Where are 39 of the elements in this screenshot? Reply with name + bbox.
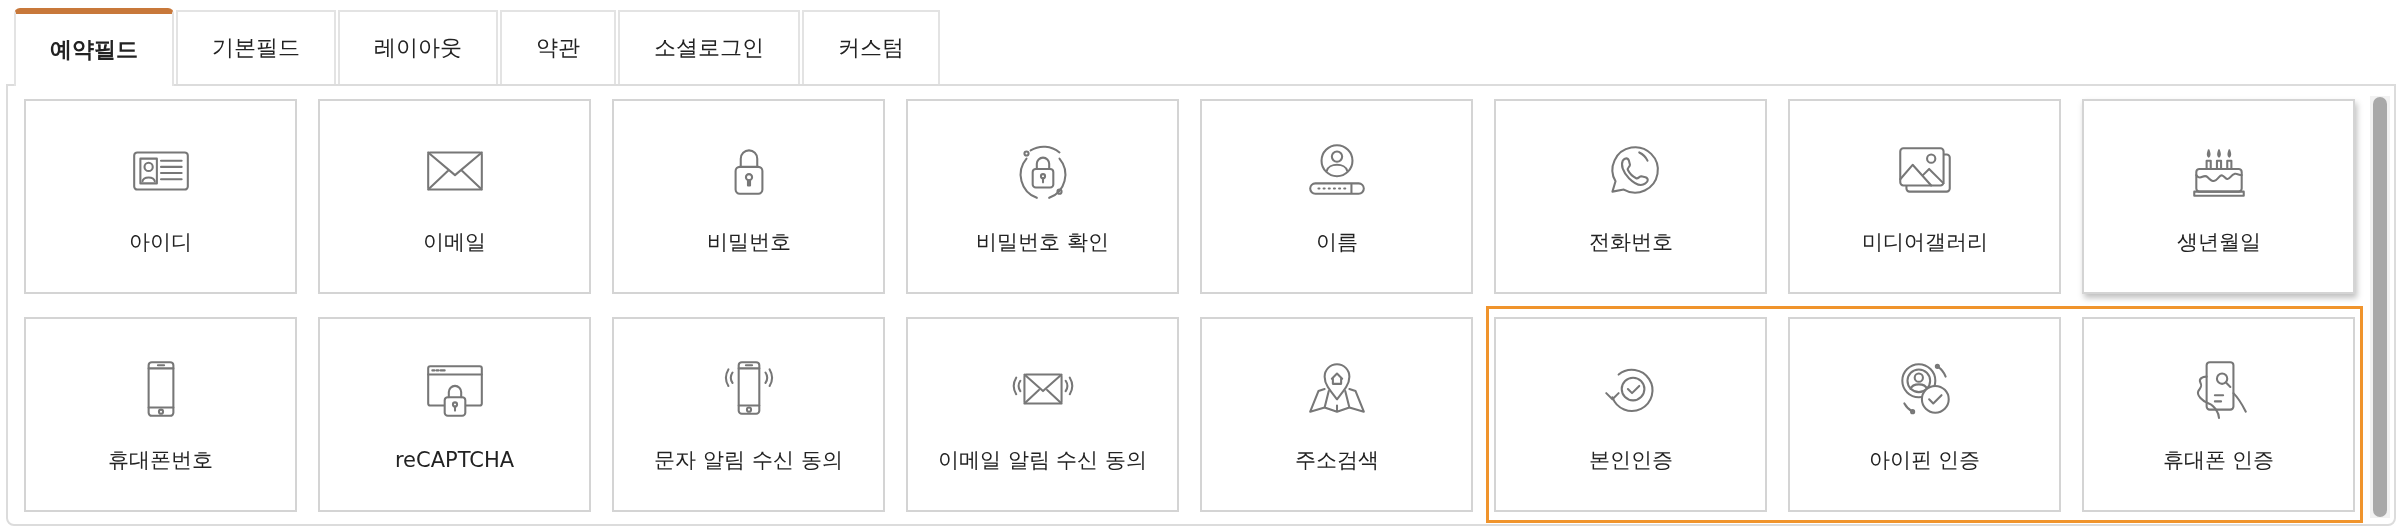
tab[interactable]: 레이아웃 — [338, 10, 498, 84]
field-card[interactable]: 아이디 — [24, 99, 297, 294]
field-label: 생년월일 — [2176, 228, 2261, 256]
field-label: 전화번호 — [1588, 228, 1673, 256]
field-label: 휴대폰 인증 — [2162, 446, 2275, 474]
field-label: reCAPTCHA — [394, 447, 515, 472]
field-card[interactable]: 미디어갤러리 — [1788, 99, 2061, 294]
field-label: 비밀번호 — [706, 228, 791, 256]
field-card[interactable]: 휴대폰 인증 — [2082, 317, 2355, 512]
field-card[interactable]: 비밀번호 확인 — [906, 99, 1179, 294]
field-label: 비밀번호 확인 — [976, 228, 1109, 256]
field-card[interactable]: 이메일 알림 수신 동의 — [906, 317, 1179, 512]
field-card[interactable]: 비밀번호 — [612, 99, 885, 294]
tab[interactable]: 예약필드 — [14, 8, 174, 86]
tab[interactable]: 소셜로그인 — [618, 10, 800, 84]
tab[interactable]: 약관 — [500, 10, 616, 84]
field-card[interactable]: 문자 알림 수신 동의 — [612, 317, 885, 512]
scrollbar[interactable] — [2370, 96, 2390, 518]
field-card[interactable]: 이름 — [1200, 99, 1473, 294]
field-label: 주소검색 — [1294, 446, 1379, 474]
field-label: 문자 알림 수신 동의 — [654, 446, 843, 474]
field-label: 이메일 — [423, 228, 486, 256]
field-label: 휴대폰번호 — [108, 446, 213, 474]
field-label: 이메일 알림 수신 동의 — [938, 446, 1147, 474]
field-card[interactable]: 본인인증 — [1494, 317, 1767, 512]
field-label: 이름 — [1315, 228, 1358, 256]
field-card[interactable]: 전화번호 — [1494, 99, 1767, 294]
field-card[interactable]: 생년월일 — [2082, 99, 2355, 294]
tab[interactable]: 기본필드 — [176, 10, 336, 84]
field-card[interactable]: 주소검색 — [1200, 317, 1473, 512]
field-label: 아이디 — [129, 228, 192, 256]
field-label: 아이핀 인증 — [1868, 446, 1981, 474]
field-label: 미디어갤러리 — [1861, 228, 1988, 256]
field-card[interactable]: 이메일 — [318, 99, 591, 294]
field-card[interactable]: 휴대폰번호 — [24, 317, 297, 512]
field-label: 본인인증 — [1588, 446, 1673, 474]
tab[interactable]: 커스텀 — [802, 10, 940, 84]
field-card[interactable]: 아이핀 인증 — [1788, 317, 2061, 512]
field-card[interactable]: reCAPTCHA — [318, 317, 591, 512]
